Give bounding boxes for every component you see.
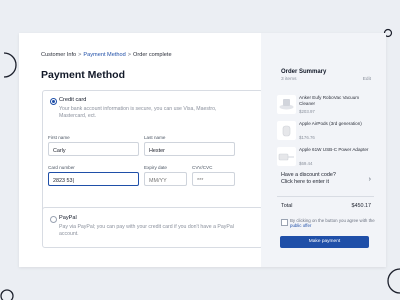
payment-section: Customer Info > Payment Method > Order compl…	[19, 33, 263, 267]
discount-line-2: Click here to enter it	[281, 179, 329, 185]
order-summary: Order Summary 3 items Edit Anker Eufy Ro…	[261, 33, 386, 267]
card-number-field[interactable]	[48, 172, 139, 186]
discount-code-link[interactable]: Have a discount code? Click here to ente…	[281, 172, 336, 186]
first-name-field[interactable]	[48, 142, 139, 156]
order-item: Anker Eufy RoboVac Vacuum Cleaner $203.9…	[277, 95, 367, 119]
make-payment-button[interactable]: Make payment	[280, 236, 369, 248]
chevron-right-icon[interactable]: ›	[369, 176, 371, 183]
card-number-label: Card number	[48, 165, 75, 170]
breadcrumb: Customer Info > Payment Method > Order compl…	[41, 52, 172, 58]
credit-card-label: Credit card	[59, 97, 87, 103]
terms-text: By clicking on the button you agree with…	[290, 218, 380, 229]
decor-ring-icon	[387, 268, 400, 294]
order-item: Apple 61W USB-C Power Adapter $69.44	[277, 147, 369, 171]
paypal-label: PayPal	[59, 215, 77, 221]
decor-ring-icon	[0, 289, 14, 300]
breadcrumb-customer-info[interactable]: Customer Info	[41, 52, 76, 58]
credit-card-radio[interactable]	[50, 98, 57, 105]
edit-link[interactable]: Edit	[363, 77, 371, 82]
breadcrumb-separator: >	[127, 52, 131, 58]
item-count: 3 items	[281, 77, 297, 82]
terms-prefix: By clicking on the button you agree with…	[290, 218, 375, 223]
divider	[277, 196, 374, 197]
discount-line-1: Have a discount code?	[281, 172, 336, 178]
public-offer-link[interactable]: public offer	[290, 223, 311, 228]
airpods-image	[277, 121, 296, 140]
checkout-card: Customer Info > Payment Method > Order compl…	[19, 33, 386, 267]
item-name: Apple 61W USB-C Power Adapter	[299, 147, 369, 152]
breadcrumb-separator: >	[78, 52, 82, 58]
order-summary-title: Order Summary	[281, 69, 327, 75]
item-price: $203.97	[299, 109, 315, 114]
breadcrumb-order-complete: Order complete	[133, 52, 172, 58]
credit-card-description: Your bank account information is secure,…	[59, 106, 217, 119]
total-label: Total	[281, 203, 293, 209]
last-name-field[interactable]	[144, 142, 235, 156]
last-name-label: Last name	[144, 135, 166, 140]
total-value: $450.17	[351, 203, 372, 209]
item-price: $176.76	[299, 135, 315, 140]
paypal-radio[interactable]	[50, 216, 57, 223]
expiry-date-field[interactable]	[144, 172, 187, 186]
paypal-option[interactable]: PayPal Pay via PayPal; you can pay with …	[42, 207, 263, 248]
paypal-description: Pay via PayPal; you can pay with your cr…	[59, 224, 234, 237]
adapter-image	[277, 147, 296, 166]
cvv-field[interactable]	[192, 172, 235, 186]
breadcrumb-payment-method[interactable]: Payment Method	[83, 52, 125, 58]
item-name: Anker Eufy RoboVac Vacuum Cleaner	[299, 95, 360, 106]
decor-ring-icon	[4, 52, 17, 78]
vacuum-image	[277, 95, 296, 114]
page-title: Payment Method	[41, 69, 126, 81]
item-price: $69.44	[299, 161, 313, 166]
item-name: Apple AirPods (3rd generation)	[299, 121, 362, 126]
first-name-label: First name	[48, 135, 70, 140]
expiry-date-label: Expiry date	[144, 165, 167, 170]
terms-checkbox[interactable]	[281, 219, 288, 226]
cvv-label: CVV/CVC	[192, 165, 213, 170]
order-item: Apple AirPods (3rd generation) $176.76	[277, 121, 367, 145]
